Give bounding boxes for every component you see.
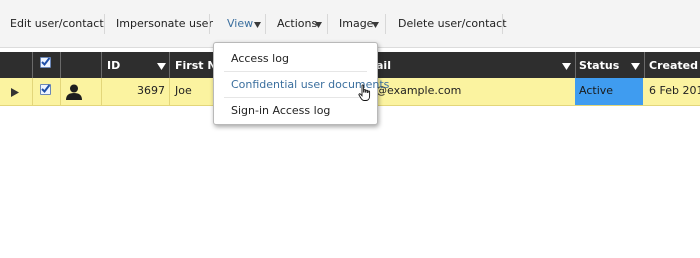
- toolbar-divider: [502, 14, 503, 34]
- toolbar-divider: [104, 14, 105, 34]
- first-name: Joe: [175, 84, 192, 97]
- id-cell: 3697: [101, 78, 170, 105]
- menu-divider: [224, 97, 367, 98]
- menu-item-sign-in-access-log[interactable]: Sign-in Access log: [214, 99, 377, 121]
- hand-cursor-icon: [358, 84, 372, 102]
- impersonate-user-button[interactable]: Impersonate user: [116, 17, 213, 31]
- sort-down-icon[interactable]: [157, 61, 166, 70]
- status-column-label: Status: [579, 59, 620, 72]
- avatar-column-header: [60, 52, 102, 78]
- created-date: 6 Feb 2015: [649, 84, 700, 97]
- first-name-cell: Joe: [169, 78, 213, 105]
- email-column-header[interactable]: ail: [364, 52, 576, 78]
- expand-cell: [0, 78, 33, 105]
- menu-item-label: Access log: [231, 52, 289, 65]
- play-icon[interactable]: [11, 87, 19, 100]
- chevron-down-icon[interactable]: [253, 18, 262, 30]
- created-column-label: Created: [649, 59, 698, 72]
- chevron-down-icon[interactable]: [314, 18, 323, 30]
- image-menu-button[interactable]: Image: [339, 17, 373, 31]
- view-dropdown-menu: Access log Confidential user documents S…: [213, 42, 389, 125]
- email-cell: @example.com: [364, 78, 575, 105]
- select-all-column-header: [32, 52, 61, 78]
- toolbar: Edit user/contact Impersonate user View …: [0, 0, 700, 48]
- email-column-label: ail: [376, 59, 391, 72]
- toolbar-divider: [327, 14, 328, 34]
- avatar-cell: [60, 78, 102, 105]
- user-id: 3697: [137, 84, 165, 97]
- id-column-label: ID: [107, 59, 121, 72]
- status-cell[interactable]: Active: [575, 78, 643, 105]
- edit-user-contact-button[interactable]: Edit user/contact: [10, 17, 104, 31]
- view-menu-button[interactable]: View: [227, 17, 253, 31]
- menu-item-confidential-documents[interactable]: Confidential user documents: [214, 73, 389, 95]
- select-all-checkbox[interactable]: [40, 57, 51, 68]
- actions-menu-button[interactable]: Actions: [277, 17, 317, 31]
- created-column-header[interactable]: Created: [644, 52, 700, 78]
- created-cell: 6 Feb 2015: [643, 78, 700, 105]
- status-column-header[interactable]: Status: [575, 52, 645, 78]
- first-name-column-header[interactable]: First Na: [169, 52, 224, 78]
- select-cell: [32, 78, 61, 105]
- delete-user-contact-button[interactable]: Delete user/contact: [398, 17, 507, 31]
- menu-item-access-log[interactable]: Access log: [214, 47, 377, 69]
- toolbar-divider: [209, 14, 210, 34]
- row-select-checkbox[interactable]: [40, 84, 51, 95]
- user-silhouette-icon: [65, 83, 83, 104]
- toolbar-divider: [265, 14, 266, 34]
- status-badge: Active: [579, 84, 614, 97]
- toolbar-divider: [385, 14, 386, 34]
- sort-down-icon[interactable]: [562, 61, 571, 70]
- menu-item-label: Sign-in Access log: [231, 104, 331, 117]
- menu-divider: [224, 71, 367, 72]
- id-column-header[interactable]: ID: [101, 52, 170, 78]
- expand-column-header: [0, 52, 33, 78]
- chevron-down-icon[interactable]: [371, 18, 380, 30]
- sort-down-icon[interactable]: [631, 61, 640, 70]
